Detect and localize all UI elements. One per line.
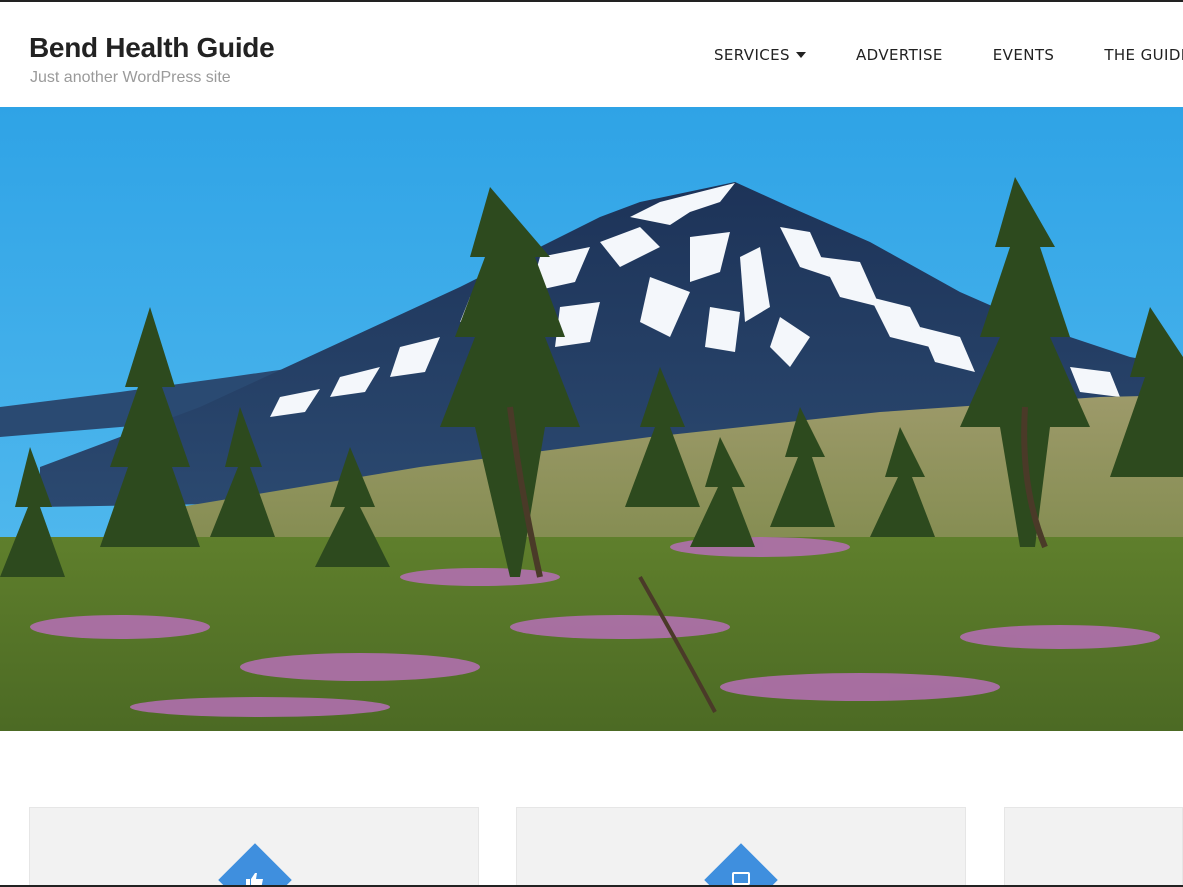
nav-item-events[interactable]: EVENTS: [993, 46, 1055, 64]
nav-item-advertise[interactable]: ADVERTISE: [856, 46, 943, 64]
feature-card-2[interactable]: [516, 807, 966, 887]
feature-card-3[interactable]: [1004, 807, 1183, 887]
nav-item-label: EVENTS: [992, 46, 1055, 64]
caret-down-icon: [795, 52, 806, 58]
main-navigation: SERVICES ADVERTISE EVENTS THE GUIDE: [714, 46, 1183, 64]
feature-card-1[interactable]: [29, 807, 479, 887]
site-header: Bend Health Guide Just another WordPress…: [0, 2, 1183, 107]
hero-image-mountain-meadow: [0, 107, 1183, 731]
nav-item-the-guide[interactable]: THE GUIDE: [1104, 46, 1183, 64]
nav-item-services[interactable]: SERVICES: [714, 46, 806, 64]
nav-item-label: ADVERTISE: [855, 46, 943, 64]
nav-item-label: SERVICES: [714, 46, 790, 64]
nav-item-label: THE GUIDE: [1104, 46, 1183, 64]
site-tagline: Just another WordPress site: [30, 69, 231, 86]
site-title[interactable]: Bend Health Guide: [29, 32, 275, 64]
